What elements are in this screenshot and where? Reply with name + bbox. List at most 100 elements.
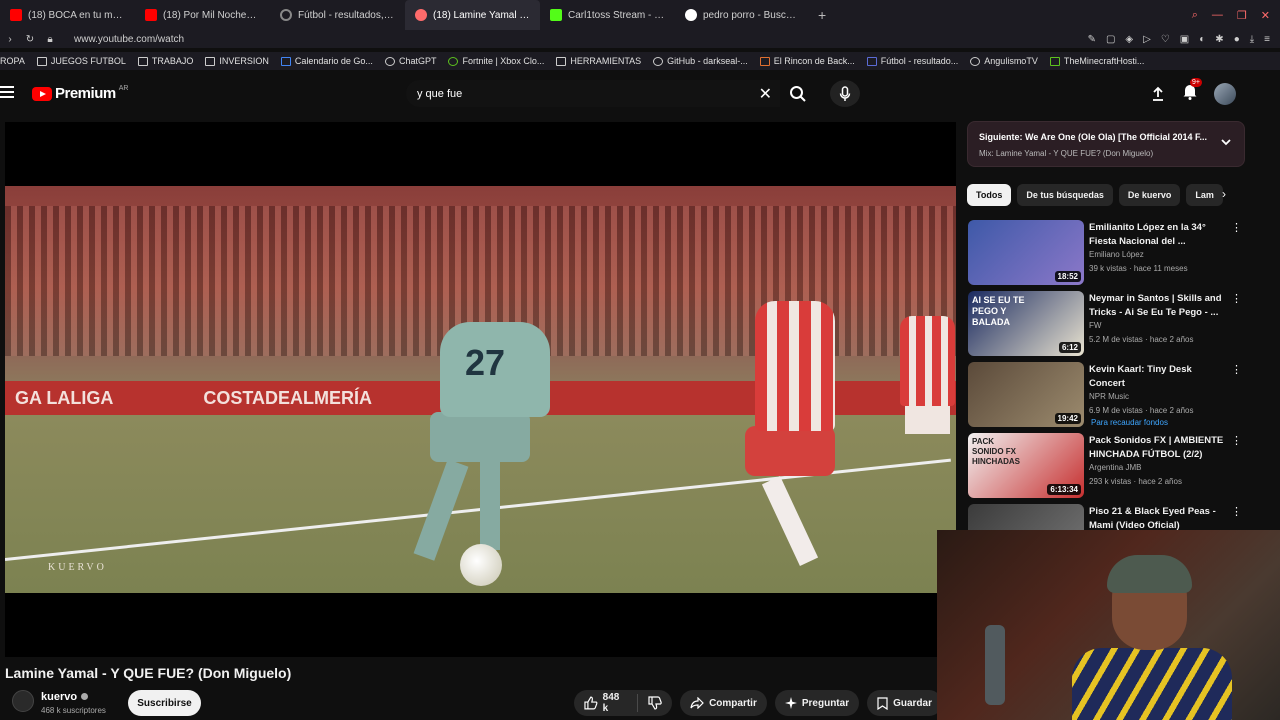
ask-button[interactable]: Preguntar [774,690,860,716]
blog-icon [759,56,770,66]
chip-all[interactable]: Todos [967,184,1012,206]
reload-icon[interactable]: ↻ [20,34,40,45]
sparkle-icon [784,697,797,709]
url-text[interactable]: www.youtube.com/watch [74,34,184,45]
youtube-favicon-icon [10,9,22,21]
bookmark-item[interactable]: ChatGPT [384,56,436,66]
profile-icon[interactable]: ● [1234,34,1240,45]
recommendation-title[interactable]: Piso 21 & Black Eyed Peas - Mami (Video … [1089,505,1224,533]
up-next-panel[interactable]: Siguiente: We Are One (Ole Ola) [The Off… [967,121,1245,167]
chip-from-channel[interactable]: De kuervo [1118,184,1181,206]
app-menu-icon[interactable]: ≡ [1264,34,1270,45]
notification-count-badge: 9+ [1190,78,1202,87]
bookmark-item[interactable]: AngulismoTV [970,56,1038,66]
browser-tab[interactable]: Carl1toss Stream - Watch [540,0,675,30]
fundraiser-badge: Para recaudar fondos [1091,418,1168,427]
bookmark-item[interactable]: TheMinecraftHosti... [1049,56,1144,66]
save-button[interactable]: Guardar [867,690,942,716]
kick-favicon-icon [550,9,562,21]
browser-tab[interactable]: (18) BOCA en tu municipio [0,0,135,30]
more-options-icon[interactable]: ⋮ [1231,505,1242,518]
recommendation-item[interactable]: 19:42 Kevin Kaarl: Tiny Desk Concert NPR… [967,361,1245,432]
hamburger-menu-icon[interactable] [0,86,14,98]
thumbs-up-icon [584,696,598,710]
bookmark-item[interactable]: Fútbol - resultado... [866,56,958,66]
bookmark-item[interactable]: Fortnite | Xbox Clo... [448,56,544,66]
recommendation-channel[interactable]: NPR Music [1089,392,1129,401]
verified-icon [81,693,89,700]
share-button[interactable]: Compartir [680,690,767,716]
recommendation-item[interactable]: PACK SONIDO FX HINCHADAS 6:13:34 Pack So… [967,432,1245,503]
video-player[interactable]: GA LALIGA COSTADEALMERÍA 27 KUERVO [5,122,956,657]
recommendation-item[interactable]: AI SE EU TE PEGO Y BALADA 6:12 Neymar in… [967,290,1245,361]
chevron-right-icon[interactable]: › [1222,187,1226,201]
recommendation-channel[interactable]: FW [1089,321,1101,330]
bookmark-icon[interactable]: ✎ [1088,34,1096,45]
video-frame: GA LALIGA COSTADEALMERÍA 27 KUERVO [5,186,956,593]
heart-icon[interactable]: ♡ [1161,34,1170,45]
shield-icon[interactable]: ◈ [1125,34,1133,45]
search-tabs-icon[interactable]: ⌕ [1192,9,1198,22]
video-thumbnail[interactable]: AI SE EU TE PEGO Y BALADA 6:12 [968,291,1084,356]
puzzle-icon[interactable]: ✱ [1215,34,1223,45]
browser-tab-active[interactable]: (18) Lamine Yamal - Y [405,0,540,30]
dislike-button[interactable] [638,696,672,710]
video-thumbnail[interactable]: 18:52 [968,220,1084,285]
voice-search-button[interactable] [830,80,860,107]
up-next-title: Siguiente: We Are One (Ole Ola) [The Off… [979,132,1208,142]
video-thumbnail[interactable]: PACK SONIDO FX HINCHADAS 6:13:34 [968,433,1084,498]
recommendation-meta: 39 k vistas · hace 11 meses [1089,264,1188,273]
bookmark-folder[interactable]: INVERSION [205,56,269,66]
like-button[interactable]: 848 k [574,692,637,714]
duration-badge: 18:52 [1054,271,1081,282]
recommendation-channel[interactable]: Argentina JMB [1089,463,1141,472]
browser-tab[interactable]: pedro porro - Buscar con [675,0,810,30]
bookmark-item[interactable]: El Rincon de Back... [759,56,855,66]
forward-icon[interactable]: › [0,34,20,45]
search-input[interactable]: y que fue ✕ [406,80,780,107]
download-icon[interactable]: ⤓ [1250,34,1254,45]
new-tab-icon[interactable]: + [810,7,834,23]
save-icon[interactable]: ▣ [1180,34,1189,45]
clear-search-icon[interactable]: ✕ [759,84,772,104]
close-window-icon[interactable]: ✕ [1261,9,1270,22]
more-options-icon[interactable]: ⋮ [1231,292,1242,305]
recommendation-title[interactable]: Pack Sonidos FX | AMBIENTE HINCHADA FÚTB… [1089,434,1224,462]
screenshot-icon[interactable]: ▢ [1106,34,1115,45]
browser-tab[interactable]: Fútbol - resultados, calen [270,0,405,30]
channel-name[interactable]: kuervo [41,691,89,703]
bookmark-folder[interactable]: JUEGOS FUTBOL [36,56,126,66]
bookmark-folder[interactable]: TRABAJO [137,56,193,66]
streamer [1072,555,1232,720]
channel-avatar[interactable] [12,690,34,712]
notifications-button[interactable]: 9+ [1182,78,1202,105]
more-options-icon[interactable]: ⋮ [1231,363,1242,376]
chevron-down-icon[interactable] [1220,136,1232,148]
minimize-icon[interactable]: — [1212,9,1223,22]
thumbnail-text: AI SE EU TE PEGO Y BALADA [972,295,1025,327]
maximize-icon[interactable]: ❐ [1237,9,1247,22]
browser-tab[interactable]: (18) Por Mil Noches - AIR [135,0,270,30]
recommendation-title[interactable]: Kevin Kaarl: Tiny Desk Concert [1089,363,1224,391]
recommendation-item[interactable]: 18:52 Emilianito López en la 34° Fiesta … [967,219,1245,290]
more-options-icon[interactable]: ⋮ [1231,434,1242,447]
recommendation-title[interactable]: Emilianito López en la 34° Fiesta Nacion… [1089,221,1224,249]
search-button[interactable] [781,80,815,107]
recommendation-title[interactable]: Neymar in Santos | Skills and Tricks - A… [1089,292,1224,320]
chip-from-searches[interactable]: De tus búsquedas [1017,184,1113,206]
extension-icon[interactable]: ◐ [1199,34,1205,45]
upload-icon[interactable] [1150,86,1166,102]
youtube-premium-logo[interactable]: Premium AR [32,85,128,102]
bookmark-item[interactable]: ROPA [0,56,25,66]
subscribe-button[interactable]: Suscribirse [128,690,201,716]
play-icon[interactable]: ▷ [1143,34,1151,45]
bookmark-item[interactable]: Calendario de Go... [280,56,373,66]
recommendation-channel[interactable]: Emiliano López [1089,250,1144,259]
video-thumbnail[interactable]: 19:42 [968,362,1084,427]
account-avatar[interactable] [1214,82,1236,105]
bookmark-folder[interactable]: HERRAMIENTAS [556,56,641,66]
video-watermark: KUERVO [48,562,107,573]
bookmark-item[interactable]: GitHub - darkseal-... [653,56,748,66]
more-options-icon[interactable]: ⋮ [1231,221,1242,234]
chip-lamine[interactable]: Lam [1186,184,1223,206]
